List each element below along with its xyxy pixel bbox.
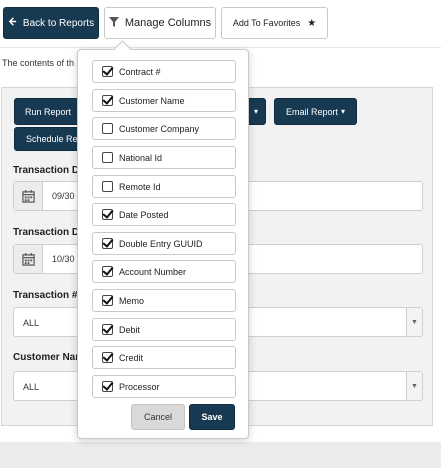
column-option-national-id[interactable]: National Id (92, 146, 236, 169)
top-toolbar: Back to Reports Manage Columns Add To Fa… (0, 0, 441, 48)
email-report-label: Email Report (285, 106, 338, 117)
page-footer (0, 442, 441, 468)
checkbox[interactable] (102, 238, 113, 249)
checkbox[interactable] (102, 123, 113, 134)
date-to-value: 10/30 (52, 254, 75, 264)
checkbox[interactable] (102, 266, 113, 277)
column-option-label: Credit (119, 352, 144, 363)
add-to-favorites-button[interactable]: Add To Favorites ★ (221, 7, 328, 39)
add-to-favorites-label: Add To Favorites (232, 18, 301, 28)
customer-value: ALL (23, 382, 40, 392)
checkbox[interactable] (102, 295, 113, 306)
caret-down-icon: ▾ (341, 107, 346, 116)
cancel-button[interactable]: Cancel (131, 404, 185, 430)
schedule-report-button[interactable]: Schedule Re (14, 127, 82, 151)
column-option-label: Contract # (119, 66, 161, 77)
checkbox[interactable] (102, 152, 113, 163)
column-option-memo[interactable]: Memo (92, 289, 236, 312)
column-option-label: Processor (119, 381, 160, 392)
column-option-label: Date Posted (119, 209, 169, 220)
save-button[interactable]: Save (189, 404, 235, 430)
chevron-down-icon: ▼ (406, 308, 422, 336)
chevron-down-icon: ▼ (406, 372, 422, 400)
column-option-label: National Id (119, 152, 163, 163)
column-option-contract[interactable]: Contract # (92, 60, 236, 83)
transaction-label: Transaction # (13, 290, 78, 301)
calendar-icon[interactable] (14, 182, 43, 210)
column-option-remote-id[interactable]: Remote Id (92, 175, 236, 198)
checkbox[interactable] (102, 95, 113, 106)
column-option-double-entry-guuid[interactable]: Double Entry GUUID (92, 232, 236, 255)
calendar-icon[interactable] (14, 245, 43, 273)
column-option-label: Account Number (119, 266, 187, 277)
date-from-label: Transaction D (13, 165, 80, 176)
run-report-label: Run Report (24, 106, 72, 117)
customer-label: Customer Nar (13, 352, 80, 363)
manage-columns-button[interactable]: Manage Columns (104, 7, 216, 39)
column-option-date-posted[interactable]: Date Posted (92, 203, 236, 226)
manage-columns-label: Manage Columns (124, 17, 212, 29)
back-to-reports-label: Back to Reports (22, 17, 95, 29)
column-option-label: Double Entry GUUID (119, 238, 203, 249)
back-to-reports-button[interactable]: Back to Reports (3, 7, 99, 39)
column-option-customer-name[interactable]: Customer Name (92, 89, 236, 112)
column-option-label: Memo (119, 295, 145, 306)
column-option-processor[interactable]: Processor (92, 375, 236, 398)
column-option-debit[interactable]: Debit (92, 318, 236, 341)
caret-down-icon: ▾ (253, 107, 258, 116)
email-report-button[interactable]: Email Report ▾ (274, 98, 357, 125)
date-to-label: Transaction D (13, 227, 80, 238)
column-option-customer-company[interactable]: Customer Company (92, 117, 236, 140)
checkbox[interactable] (102, 324, 113, 335)
column-option-account-number[interactable]: Account Number (92, 260, 236, 283)
checkbox[interactable] (102, 66, 113, 77)
arrow-left-icon (8, 17, 17, 29)
date-from-value: 09/30 (52, 191, 75, 201)
star-icon: ★ (307, 17, 317, 29)
schedule-report-label: Schedule Re (26, 134, 78, 144)
checkbox[interactable] (102, 209, 113, 220)
export-menu-button[interactable]: ▾ (246, 98, 266, 125)
manage-columns-menu: Contract # Customer Name Customer Compan… (77, 49, 249, 439)
column-option-label: Customer Name (119, 95, 185, 106)
intro-text: The contents of th (2, 58, 75, 68)
column-option-credit[interactable]: Credit (92, 346, 236, 369)
checkbox[interactable] (102, 181, 113, 192)
column-option-label: Remote Id (119, 181, 161, 192)
filter-icon (108, 16, 119, 30)
transaction-value: ALL (23, 318, 40, 328)
run-report-button[interactable]: Run Report (14, 98, 82, 125)
column-option-label: Customer Company (119, 123, 200, 134)
column-option-label: Debit (119, 324, 141, 335)
checkbox[interactable] (102, 352, 113, 363)
checkbox[interactable] (102, 381, 113, 392)
